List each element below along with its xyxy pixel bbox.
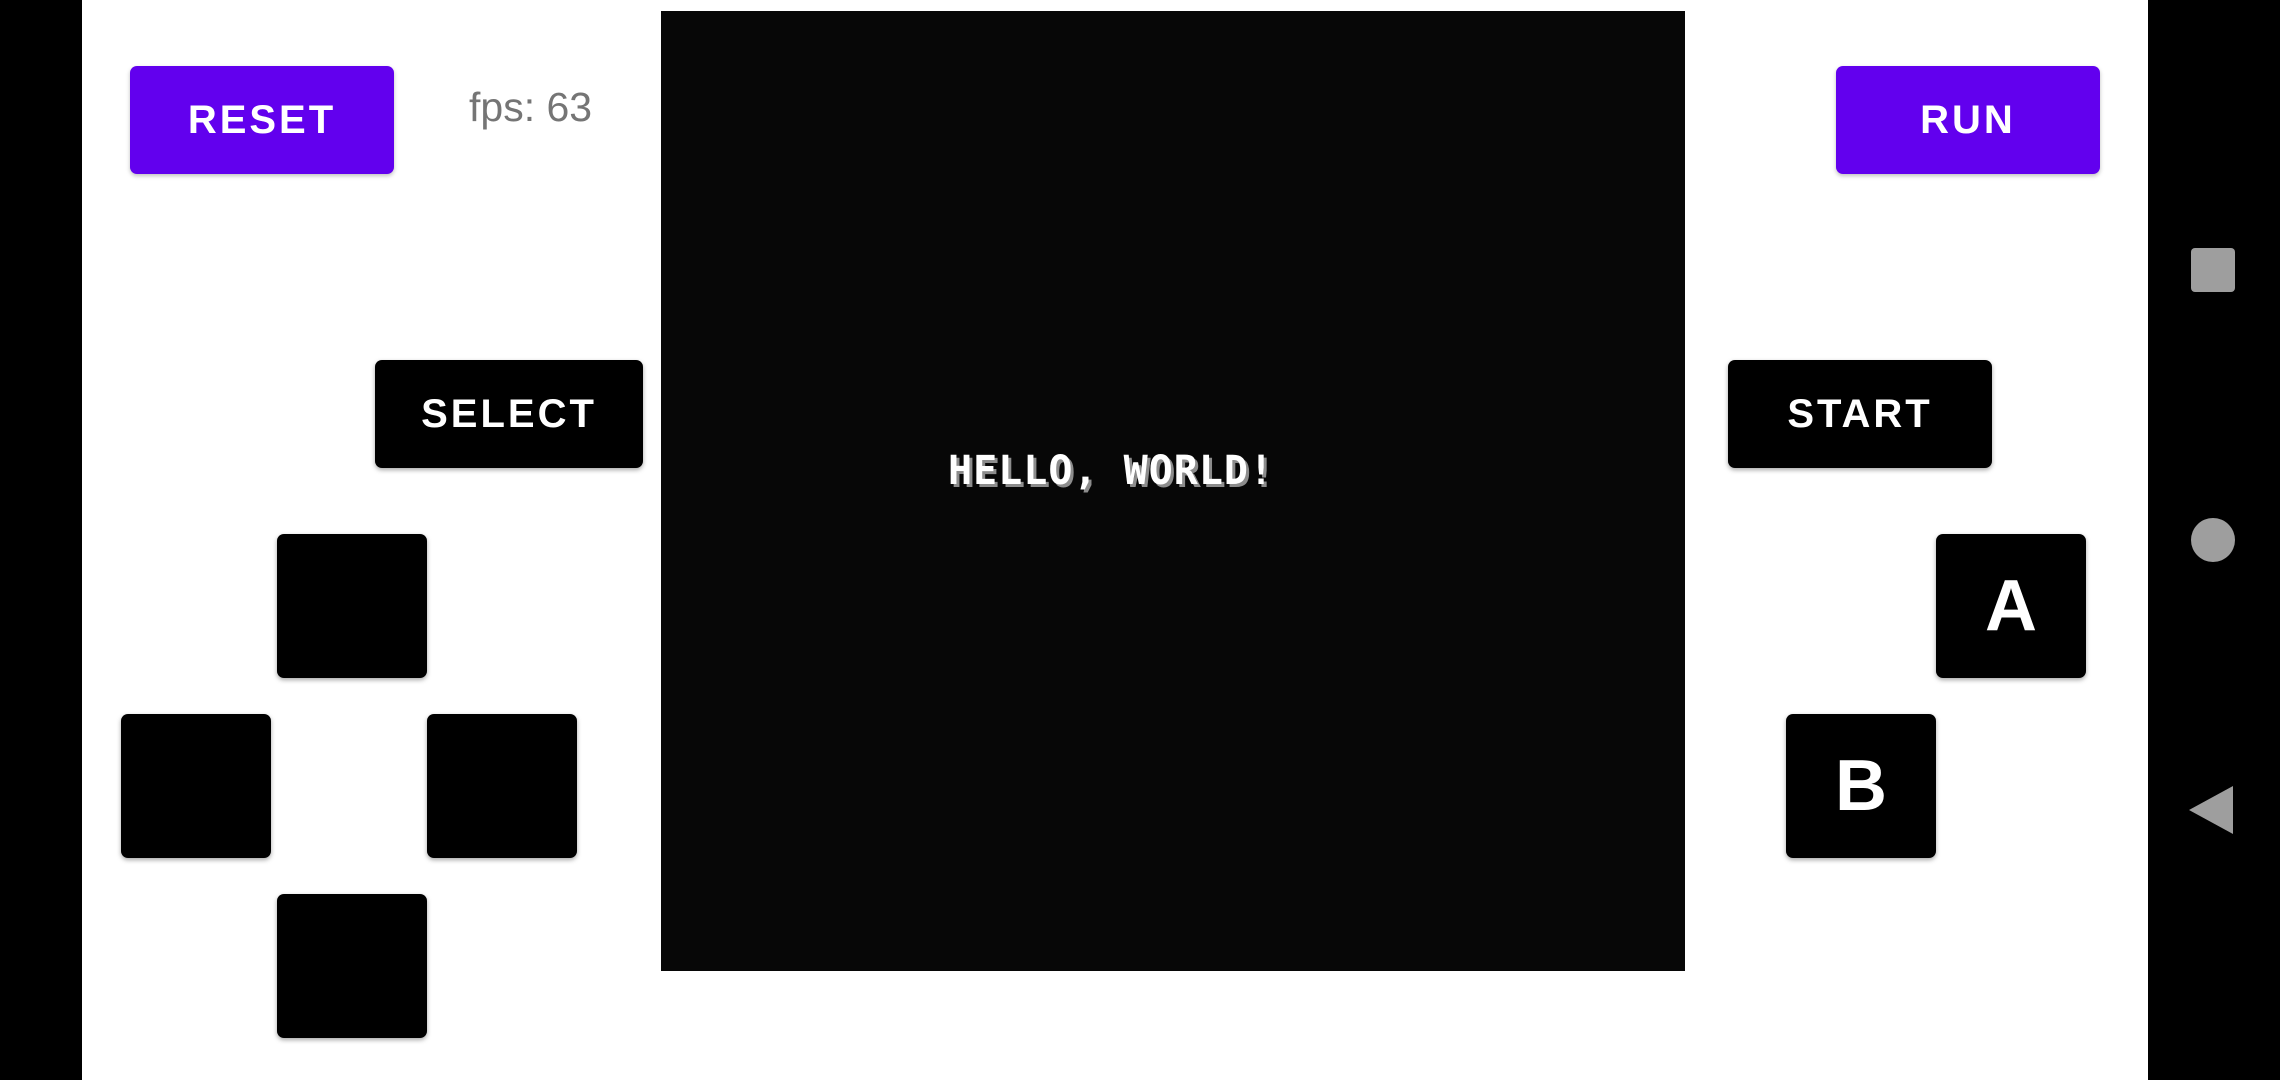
run-button-label: RUN [1920, 97, 2016, 142]
start-button-label: START [1787, 391, 1933, 436]
dpad-right-button[interactable] [427, 714, 577, 858]
reset-button[interactable]: RESET [130, 66, 394, 174]
square-icon[interactable] [2191, 248, 2235, 292]
triangle-back-icon[interactable] [2189, 786, 2233, 834]
reset-button-label: RESET [187, 97, 337, 142]
dpad-down-button[interactable] [277, 894, 427, 1038]
dpad-left-button[interactable] [121, 714, 271, 858]
a-button-label: A [1985, 566, 2037, 646]
run-button[interactable]: RUN [1836, 66, 2100, 174]
select-button[interactable]: SELECT [375, 360, 643, 468]
start-button[interactable]: START [1728, 360, 1992, 468]
b-button-label: B [1835, 746, 1887, 826]
b-button[interactable]: B [1786, 714, 1936, 858]
circle-icon[interactable] [2191, 518, 2235, 562]
select-button-label: SELECT [421, 391, 597, 436]
left-screen-edge [0, 0, 82, 1080]
screen-text: HELLO, WORLD! [948, 448, 1275, 494]
a-button[interactable]: A [1936, 534, 2086, 678]
fps-counter: fps: 63 [469, 84, 593, 130]
dpad-up-button[interactable] [277, 534, 427, 678]
